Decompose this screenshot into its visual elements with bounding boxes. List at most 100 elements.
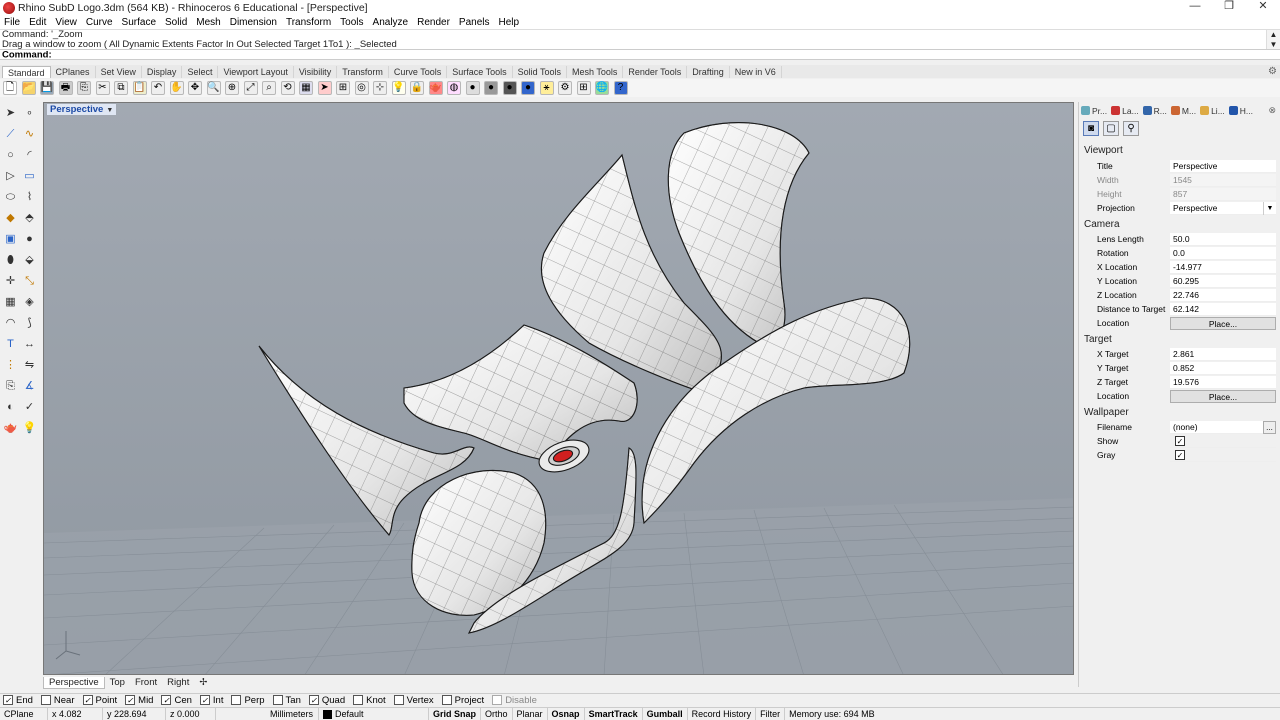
globe-icon[interactable]: 🌐 bbox=[595, 81, 609, 95]
menu-item-render[interactable]: Render bbox=[417, 17, 450, 28]
view-tab-top[interactable]: Top bbox=[105, 677, 130, 688]
add-viewport-plus-icon[interactable]: ✢ bbox=[194, 677, 212, 688]
print-icon[interactable]: 🖶 bbox=[58, 81, 73, 95]
panel-tab-4[interactable]: Li... bbox=[1200, 104, 1225, 117]
osnap-tan[interactable]: Tan bbox=[272, 695, 301, 706]
copy-icon[interactable]: ⧉ bbox=[114, 81, 128, 95]
filter-toggle[interactable]: Filter bbox=[756, 708, 786, 720]
cen-checkbox[interactable]: ✓ bbox=[161, 695, 172, 705]
prop-value-y-location[interactable]: 60.295 bbox=[1170, 274, 1276, 288]
units-label[interactable]: Millimeters bbox=[266, 708, 319, 720]
render-icon[interactable]: 🫖 bbox=[428, 81, 443, 95]
grid-snap-toggle[interactable]: Grid Snap bbox=[429, 708, 482, 720]
toolbar-tab-curve-tools[interactable]: Curve Tools bbox=[389, 66, 448, 78]
rotate-view-icon[interactable]: ✥ bbox=[188, 81, 202, 95]
panel-tab-1[interactable]: La... bbox=[1111, 104, 1139, 117]
osnap-int[interactable]: ✓ Int bbox=[199, 695, 223, 706]
render-icon[interactable]: 🫖 bbox=[3, 421, 18, 436]
perp-checkbox[interactable] bbox=[231, 695, 242, 705]
ortho-toggle[interactable]: Ortho bbox=[481, 708, 513, 720]
osnap-mid[interactable]: ✓ Mid bbox=[125, 695, 153, 706]
command-history-scrollbar[interactable]: ▲ ▼ bbox=[1266, 30, 1280, 50]
browse-ellipsis-button[interactable]: ... bbox=[1263, 420, 1276, 434]
rectangle-icon[interactable]: ▭ bbox=[22, 169, 37, 184]
toolbar-tab-select[interactable]: Select bbox=[182, 66, 219, 78]
view-tab-right[interactable]: Right bbox=[162, 677, 194, 688]
menu-item-analyze[interactable]: Analyze bbox=[373, 17, 409, 28]
curve-icon[interactable]: ∿ bbox=[22, 127, 37, 142]
tan-checkbox[interactable] bbox=[272, 695, 283, 705]
select-arrow-icon[interactable]: ➤ bbox=[3, 106, 18, 121]
osnap-vertex[interactable]: Vertex bbox=[393, 695, 434, 706]
toolbar-tab-surface-tools[interactable]: Surface Tools bbox=[447, 66, 513, 78]
sphere-shade-icon[interactable]: ● bbox=[502, 81, 517, 95]
light-icon[interactable]: 💡 bbox=[391, 81, 406, 95]
maximize-button[interactable]: ❐ bbox=[1212, 0, 1246, 15]
open-icon[interactable]: 📂 bbox=[21, 81, 36, 95]
menu-item-dimension[interactable]: Dimension bbox=[230, 17, 277, 28]
scale-icon[interactable]: ⤡ bbox=[22, 274, 37, 289]
toolbar-tab-standard[interactable]: Standard bbox=[2, 66, 51, 78]
object-properties-icon[interactable]: ⚲ bbox=[1123, 121, 1139, 136]
circle-icon[interactable]: ○ bbox=[3, 148, 18, 163]
menu-item-tools[interactable]: Tools bbox=[340, 17, 363, 28]
four-view-icon[interactable]: ▦ bbox=[299, 81, 313, 95]
lock-icon[interactable]: 🔒 bbox=[410, 81, 424, 95]
record-history-toggle[interactable]: Record History bbox=[688, 708, 757, 720]
point-checkbox[interactable]: ✓ bbox=[82, 695, 93, 705]
osnap-project[interactable]: Project bbox=[441, 695, 484, 706]
vertex-checkbox[interactable] bbox=[393, 695, 404, 705]
prop-value-z-location[interactable]: 22.746 bbox=[1170, 288, 1276, 302]
loft-icon[interactable]: ⬙ bbox=[22, 253, 37, 268]
undo-view-icon[interactable]: ⟲ bbox=[280, 81, 295, 95]
sphere-icon[interactable]: ● bbox=[22, 232, 37, 247]
polyline-icon[interactable]: ⟋ bbox=[3, 127, 18, 142]
dimension-icon[interactable]: ↔ bbox=[22, 337, 37, 352]
osnap-perp[interactable]: Perp bbox=[231, 695, 265, 706]
menu-item-panels[interactable]: Panels bbox=[459, 17, 490, 28]
osnap-toggle[interactable]: Osnap bbox=[548, 708, 585, 720]
grid-icon[interactable]: ⊞ bbox=[576, 81, 591, 95]
zoom-extents-icon[interactable]: ⤢ bbox=[243, 81, 258, 95]
osnap-quad[interactable]: ✓ Quad bbox=[308, 695, 345, 706]
toolbar-tab-render-tools[interactable]: Render Tools bbox=[623, 66, 688, 78]
planar-toggle[interactable]: Planar bbox=[513, 708, 548, 720]
cut-icon[interactable]: ✂ bbox=[95, 81, 110, 95]
import-icon[interactable]: ⎘ bbox=[77, 81, 91, 95]
place-location-button[interactable]: Place... bbox=[1170, 316, 1276, 330]
menu-item-view[interactable]: View bbox=[55, 17, 77, 28]
toolbar-tab-viewport-layout[interactable]: Viewport Layout bbox=[218, 66, 294, 78]
prop-value-distance-to-target[interactable]: 62.142 bbox=[1170, 302, 1276, 316]
pan-icon[interactable]: ✋ bbox=[169, 81, 184, 95]
panel-tab-2[interactable]: R... bbox=[1142, 104, 1167, 117]
sphere-dark-icon[interactable]: ● bbox=[484, 81, 498, 95]
prop-value-title[interactable]: Perspective bbox=[1170, 159, 1276, 173]
toolbar-tab-display[interactable]: Display bbox=[142, 66, 183, 78]
settings-icon[interactable]: ⚙ bbox=[558, 81, 572, 95]
panel-tab-0[interactable]: Pr... bbox=[1081, 104, 1107, 117]
zoom-selected-icon[interactable]: ⌕ bbox=[262, 81, 276, 95]
zoom-window-icon[interactable]: ⊕ bbox=[225, 81, 239, 95]
mid-checkbox[interactable]: ✓ bbox=[125, 695, 136, 705]
sphere-blue-icon[interactable]: ● bbox=[521, 81, 535, 95]
panel-tab-3[interactable]: M... bbox=[1170, 104, 1196, 117]
polygon-icon[interactable]: ▷ bbox=[3, 169, 18, 184]
boolean-icon[interactable]: ◐ bbox=[3, 400, 18, 415]
osnap-near[interactable]: Near bbox=[40, 695, 75, 706]
toolbar-options-gear-icon[interactable]: ⚙ bbox=[1268, 66, 1277, 77]
osnap-end[interactable]: ✓ End bbox=[3, 695, 33, 706]
end-checkbox[interactable]: ✓ bbox=[3, 695, 13, 705]
menu-item-help[interactable]: Help bbox=[499, 17, 520, 28]
osnap-knot[interactable]: Knot bbox=[353, 695, 386, 706]
gumball-toggle[interactable]: Gumball bbox=[643, 708, 688, 720]
toolbar-tab-visibility[interactable]: Visibility bbox=[294, 66, 338, 78]
arc-icon[interactable]: ◜ bbox=[22, 148, 37, 163]
text-icon[interactable]: T bbox=[3, 337, 18, 352]
view-tab-front[interactable]: Front bbox=[130, 677, 162, 688]
menu-item-mesh[interactable]: Mesh bbox=[196, 17, 220, 28]
toolbar-tab-transform[interactable]: Transform bbox=[337, 66, 389, 78]
new-icon[interactable]: 🗋 bbox=[3, 81, 17, 95]
group-icon[interactable]: ⎘ bbox=[3, 379, 18, 394]
viewport-menu-chevron-down-icon[interactable]: ▼ bbox=[106, 107, 113, 114]
subd-icon[interactable]: ◈ bbox=[22, 295, 37, 310]
